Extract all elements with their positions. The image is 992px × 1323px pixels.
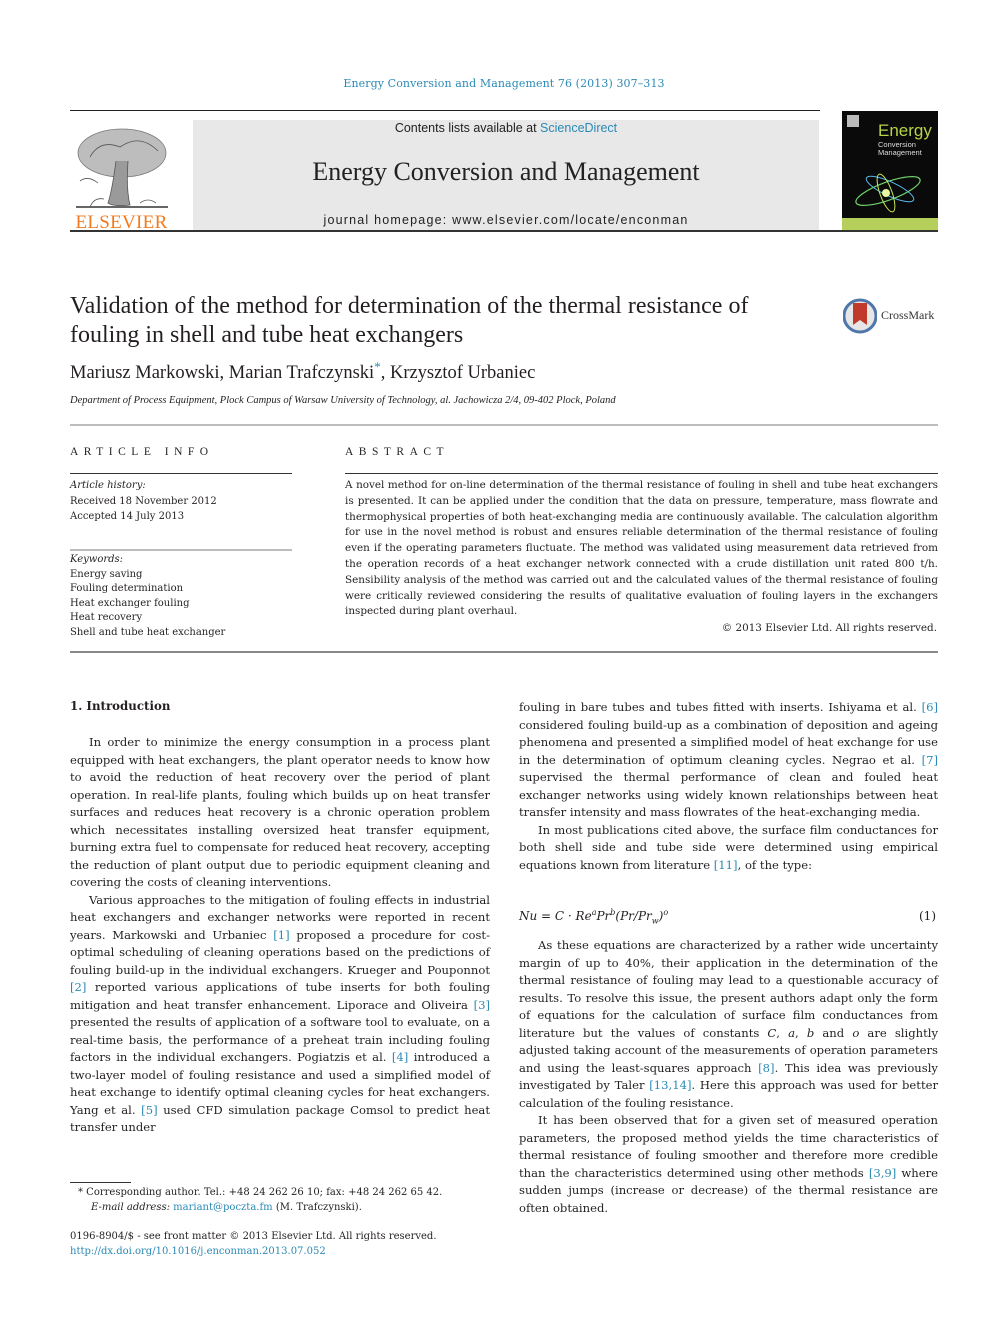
eq-pr: Pr: [596, 909, 611, 923]
article-title: Validation of the method for determinati…: [70, 293, 749, 348]
body-right-column-top: fouling in bare tubes and tubes fitted w…: [519, 699, 938, 874]
homepage-url-link[interactable]: www.elsevier.com/locate/enconman: [452, 213, 688, 227]
keyword-item: Heat recovery: [70, 612, 143, 623]
contents-availability-line: Contents lists available at ScienceDirec…: [193, 121, 819, 135]
author-email-link[interactable]: mariant@poczta.fm: [173, 1202, 272, 1213]
issn-block: 0196-8904/$ - see front matter © 2013 El…: [70, 1229, 500, 1259]
body-paragraph: fouling in bare tubes and tubes fitted w…: [519, 699, 938, 822]
article-info-rule: [70, 473, 292, 474]
keyword-item: Heat exchanger fouling: [70, 597, 190, 609]
eq-lhs: Nu: [519, 909, 538, 923]
author-separator: ,: [219, 363, 229, 383]
equation-number: (1): [919, 909, 936, 923]
crossmark-label: CrossMark: [881, 308, 935, 322]
author-name[interactable]: Mariusz Markowski: [70, 363, 220, 383]
body-right-column-bottom: As these equations are characterized by …: [519, 937, 938, 1217]
equation-1: Nu = C · ReaPrb(Pr/Prw)o (1): [519, 908, 938, 926]
abstract-text: A novel method for on-line determination…: [345, 479, 938, 618]
journal-homepage-line: journal homepage: www.elsevier.com/locat…: [193, 213, 819, 227]
journal-cover-thumbnail[interactable]: Energy Conversion Management: [842, 111, 938, 231]
author-name[interactable]: Krzysztof Urbaniec: [390, 363, 535, 383]
text-run: In order to minimize the energy consumpt…: [70, 735, 490, 889]
cover-title: Energy: [878, 121, 932, 140]
affiliation-rule: [70, 424, 938, 426]
accepted-date: Accepted 14 July 2013: [70, 511, 185, 522]
keyword-item: Energy saving: [70, 568, 143, 580]
crossmark-button[interactable]: CrossMark: [842, 298, 943, 334]
citation-link[interactable]: [5]: [141, 1103, 157, 1117]
footnote-rule: [70, 1182, 131, 1183]
body-paragraph: As these equations are characterized by …: [519, 937, 938, 1112]
keywords-label: Keywords:: [70, 554, 124, 565]
math-symbol: C: [767, 1025, 777, 1040]
article-history-label: Article history:: [70, 480, 146, 491]
eq-ratio: (Pr/Pr: [615, 909, 652, 923]
eq-exp-o: o: [663, 908, 669, 917]
citation-link[interactable]: [8]: [758, 1061, 774, 1075]
citation-link[interactable]: [3]: [474, 998, 490, 1012]
header-top-rule: [70, 110, 820, 111]
abstract-heading: ABSTRACT: [345, 446, 450, 458]
text-run: supervised the thermal performance of cl…: [519, 770, 938, 819]
text-run: fouling in bare tubes and tubes fitted w…: [519, 700, 922, 714]
text-run: considered fouling build-up as a combina…: [519, 717, 938, 767]
text-run: and: [814, 1025, 853, 1040]
citation-link[interactable]: [11]: [714, 858, 738, 872]
crossmark-icon: [842, 298, 878, 334]
keyword-item: Fouling determination: [70, 583, 184, 594]
journal-title: Energy Conversion and Management: [312, 157, 700, 186]
author-name[interactable]: Marian Trafczynski: [229, 363, 374, 383]
cover-publisher-badge: [847, 115, 859, 127]
keywords-rule: [70, 549, 292, 551]
cover-subtitle-line2: Management: [878, 148, 922, 157]
citation-link[interactable]: [4]: [392, 1050, 408, 1064]
doi-link[interactable]: http://dx.doi.org/10.1016/j.enconman.201…: [70, 1244, 500, 1259]
article-history: Article history: Received 18 November 20…: [70, 478, 295, 525]
author-affiliation: Department of Process Equipment, Plock C…: [70, 395, 616, 406]
abstract-bottom-rule: [70, 651, 938, 653]
keywords-list: Keywords: Energy saving Fouling determin…: [70, 553, 295, 640]
citation-link[interactable]: [13,14]: [649, 1078, 691, 1092]
citation-link[interactable]: [2]: [70, 980, 86, 994]
corresponding-author-footnote: * Corresponding author. Tel.: +48 24 262…: [70, 1185, 500, 1215]
body-paragraph: It has been observed that for a given se…: [519, 1112, 938, 1217]
body-left-column: In order to minimize the energy consumpt…: [70, 734, 490, 1137]
email-label: E-mail address:: [91, 1202, 174, 1213]
footnote-contact: Corresponding author. Tel.: +48 24 262 2…: [83, 1187, 443, 1198]
eq-term: = C · Re: [537, 909, 592, 923]
body-paragraph: Various approaches to the mitigation of …: [70, 892, 490, 1137]
keyword-item: Shell and tube heat exchanger: [70, 626, 226, 638]
text-run: reported various applications of tube in…: [70, 980, 490, 1012]
body-paragraph: In most publications cited above, the su…: [519, 822, 938, 875]
received-date: Received 18 November 2012: [70, 495, 217, 507]
text-run: , of the type:: [737, 857, 812, 872]
section-heading-introduction: 1. Introduction: [70, 699, 171, 713]
abstract-copyright: © 2013 Elsevier Ltd. All rights reserved…: [721, 622, 937, 634]
issn-line: 0196-8904/$ - see front matter © 2013 El…: [70, 1231, 437, 1242]
text-run: ,: [795, 1025, 807, 1040]
email-suffix: (M. Trafczynski).: [272, 1202, 362, 1213]
journal-reference-link[interactable]: Energy Conversion and Management 76 (201…: [0, 77, 992, 90]
citation-link[interactable]: [1]: [273, 928, 289, 942]
author-separator: ,: [380, 363, 390, 383]
math-symbol: a: [788, 1025, 796, 1040]
abstract-rule: [345, 473, 938, 474]
text-run: ,: [776, 1025, 789, 1040]
sciencedirect-link[interactable]: ScienceDirect: [540, 121, 617, 135]
homepage-prefix: journal homepage:: [323, 213, 453, 227]
citation-link[interactable]: [3,9]: [869, 1166, 896, 1180]
cover-subtitle: Conversion Management: [878, 141, 922, 157]
citation-link[interactable]: [6]: [922, 700, 938, 714]
article-info-heading: ARTICLE INFO: [70, 446, 214, 458]
text-run: As these equations are characterized by …: [519, 938, 938, 1040]
cover-energy-swirl-graphic: [855, 173, 921, 213]
equation-body: Nu = C · ReaPrb(Pr/Prw)o: [519, 908, 669, 926]
citation-link[interactable]: [7]: [922, 753, 938, 767]
contents-prefix: Contents lists available at: [394, 121, 541, 135]
header-bottom-rule: [70, 230, 938, 232]
eq-sub-w: w: [651, 916, 659, 926]
body-paragraph: In order to minimize the energy consumpt…: [70, 734, 490, 892]
author-list: Mariusz Markowski, Marian Trafczynski*, …: [70, 360, 535, 384]
